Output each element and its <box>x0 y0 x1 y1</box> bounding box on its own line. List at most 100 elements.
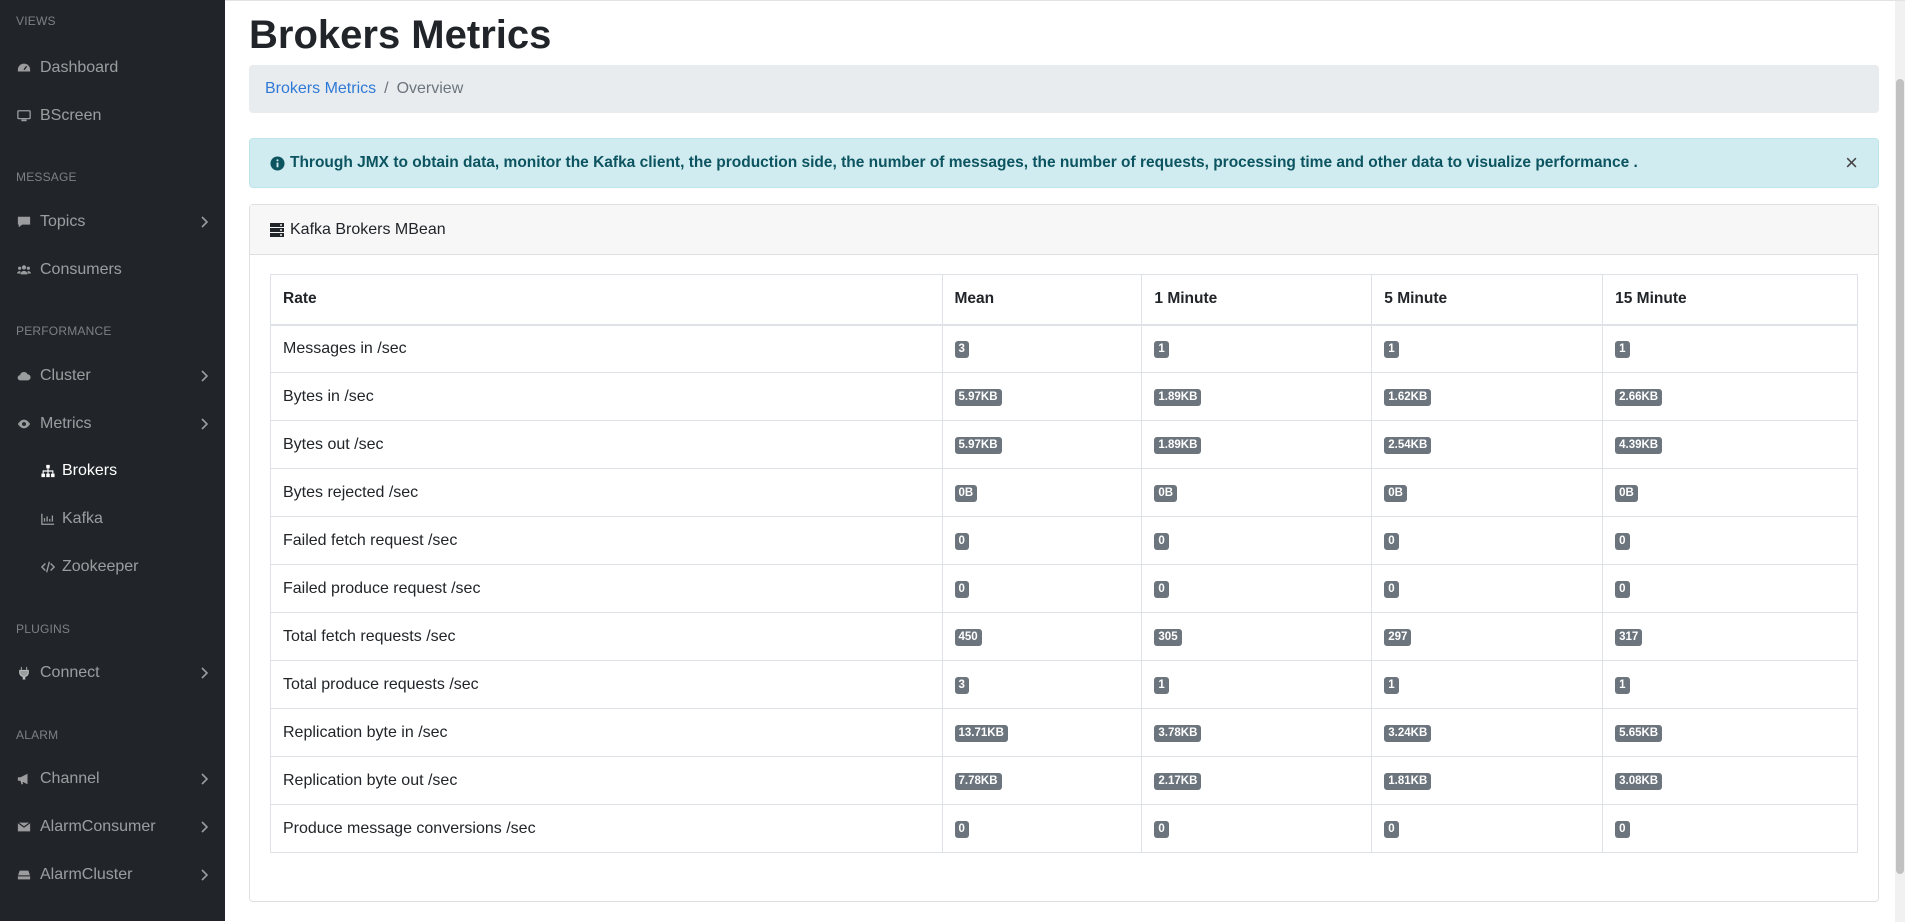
value-badge: 3.78KB <box>1154 725 1202 742</box>
breadcrumb-link-brokers-metrics[interactable]: Brokers Metrics <box>265 80 376 98</box>
table-row: Produce message conversions /sec 0 0 0 0 <box>270 804 1858 853</box>
sidebar-item-bscreen[interactable]: BScreen <box>0 96 225 136</box>
value-badge: 3.08KB <box>1615 773 1663 790</box>
value-badge: 0 <box>1384 533 1399 550</box>
value-badge: 2.66KB <box>1615 389 1663 406</box>
sidebar-item-alarm-cluster[interactable]: AlarmCluster <box>0 855 225 895</box>
value-badge: 7.78KB <box>954 773 1002 790</box>
sidebar-heading-views: VIEWS <box>16 14 56 28</box>
main-content: Brokers Metrics Brokers Metrics / Overvi… <box>225 0 1905 922</box>
column-header-15-minute: 15 Minute <box>1602 274 1858 326</box>
1-minute-cell: 305 <box>1141 612 1373 661</box>
sidebar-item-topics[interactable]: Topics <box>0 202 225 242</box>
value-badge: 2.17KB <box>1154 773 1202 790</box>
sidebar-item-metrics[interactable]: Metrics <box>0 404 225 444</box>
value-badge: 3.24KB <box>1384 725 1432 742</box>
alert-text: Through JMX to obtain data, monitor the … <box>290 154 1638 171</box>
breadcrumb-separator: / <box>384 80 389 97</box>
15-minute-cell: 0 <box>1602 804 1858 853</box>
code-icon <box>40 559 56 575</box>
chevron-right-icon <box>200 820 209 834</box>
sidebar-item-brokers[interactable]: Brokers <box>0 451 225 491</box>
rate-cell: Messages in /sec <box>270 324 943 373</box>
sidebar-item-dashboard[interactable]: Dashboard <box>0 48 225 88</box>
sidebar-item-consumers[interactable]: Consumers <box>0 250 225 290</box>
sidebar-item-channel[interactable]: Channel <box>0 759 225 799</box>
server-icon <box>270 222 284 237</box>
mean-cell: 0 <box>941 516 1143 565</box>
1-minute-cell: 0 <box>1141 564 1373 613</box>
sidebar-item-alarm-consumer[interactable]: AlarmConsumer <box>0 807 225 847</box>
chevron-right-icon <box>200 772 209 786</box>
sidebar-item-label: Channel <box>40 770 100 787</box>
15-minute-cell: 0 <box>1602 564 1858 613</box>
sidebar-item-label: Cluster <box>40 367 91 384</box>
sidebar-item-label: Dashboard <box>40 59 119 76</box>
5-minute-cell: 0 <box>1371 804 1604 853</box>
breadcrumb: Brokers Metrics / Overview <box>249 65 1879 113</box>
sidebar-item-cluster[interactable]: Cluster <box>0 356 225 396</box>
value-badge: 5.97KB <box>954 389 1002 406</box>
value-badge: 0 <box>1154 533 1169 550</box>
table-row: Bytes rejected /sec 0B 0B 0B 0B <box>270 468 1858 517</box>
table-row: Bytes in /sec 5.97KB 1.89KB 1.62KB 2.66KB <box>270 372 1858 421</box>
table-row: Replication byte in /sec 13.71KB 3.78KB 3.2… <box>270 708 1858 757</box>
breadcrumb-current: Overview <box>396 80 464 97</box>
monitor-icon <box>16 108 32 124</box>
comment-icon <box>16 214 32 230</box>
value-badge: 1 <box>1384 677 1399 694</box>
sitemap-icon <box>40 463 56 479</box>
value-badge: 1.62KB <box>1384 389 1432 406</box>
1-minute-cell: 1.89KB <box>1141 420 1373 469</box>
mean-cell: 13.71KB <box>941 708 1143 757</box>
value-badge: 0 <box>1384 821 1399 838</box>
metrics-table: Rate Mean 1 Minute 5 Minute 15 Minute Me… <box>270 274 1858 853</box>
close-button[interactable]: × <box>1845 152 1858 174</box>
value-badge: 3 <box>954 677 969 694</box>
chevron-right-icon <box>200 369 209 383</box>
1-minute-cell: 0 <box>1141 804 1373 853</box>
vertical-scrollbar[interactable] <box>1895 1 1905 922</box>
value-badge: 1.81KB <box>1384 773 1432 790</box>
1-minute-cell: 0 <box>1141 516 1373 565</box>
page-title: Brokers Metrics <box>249 13 552 57</box>
mean-cell: 3 <box>941 660 1143 709</box>
value-badge: 0 <box>1615 581 1630 598</box>
5-minute-cell: 1 <box>1371 324 1604 373</box>
sidebar-item-connect[interactable]: Connect <box>0 653 225 693</box>
brokers-mbean-card: Kafka Brokers MBean Rate Mean 1 Minute 5… <box>249 204 1879 902</box>
column-header-mean: Mean <box>941 274 1143 326</box>
value-badge: 0B <box>1615 485 1638 502</box>
5-minute-cell: 0 <box>1371 516 1604 565</box>
value-badge: 0 <box>1154 821 1169 838</box>
sidebar-heading-message: MESSAGE <box>16 170 77 184</box>
scrollbar-thumb[interactable] <box>1896 79 1904 874</box>
sidebar-item-kafka[interactable]: Kafka <box>0 499 225 539</box>
column-header-rate: Rate <box>270 274 943 326</box>
sidebar-item-label: Topics <box>40 213 86 230</box>
value-badge: 450 <box>954 629 982 646</box>
chevron-right-icon <box>200 215 209 229</box>
value-badge: 0B <box>1384 485 1407 502</box>
rate-cell: Bytes in /sec <box>270 372 943 421</box>
envelope-icon <box>16 819 32 835</box>
rate-cell: Failed produce request /sec <box>270 564 943 613</box>
15-minute-cell: 0B <box>1602 468 1858 517</box>
line-chart-icon <box>40 511 56 527</box>
bullhorn-icon <box>16 771 32 787</box>
value-badge: 1 <box>1154 677 1169 694</box>
value-badge: 5.65KB <box>1615 725 1663 742</box>
value-badge: 0 <box>954 533 969 550</box>
15-minute-cell: 5.65KB <box>1602 708 1858 757</box>
sidebar-item-label: Zookeeper <box>62 558 139 575</box>
mean-cell: 0 <box>941 564 1143 613</box>
sidebar-item-label: Connect <box>40 664 100 681</box>
value-badge: 0 <box>1615 821 1630 838</box>
rate-cell: Bytes out /sec <box>270 420 943 469</box>
value-badge: 1 <box>1384 341 1399 359</box>
sidebar-item-label: BScreen <box>40 107 102 124</box>
15-minute-cell: 3.08KB <box>1602 756 1858 805</box>
sidebar-item-zookeeper[interactable]: Zookeeper <box>0 547 225 587</box>
sidebar-item-label: AlarmConsumer <box>40 818 156 835</box>
value-badge: 0 <box>1384 581 1399 598</box>
